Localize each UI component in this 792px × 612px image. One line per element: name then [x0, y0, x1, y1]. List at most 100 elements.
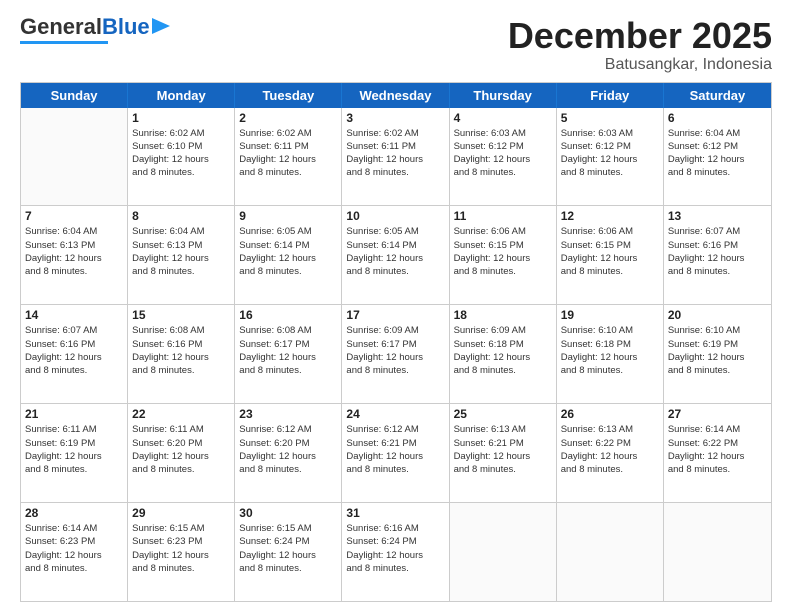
- daylight-minutes: and 8 minutes.: [668, 166, 767, 179]
- day-number: 23: [239, 407, 337, 421]
- calendar-week-5: 28Sunrise: 6:14 AMSunset: 6:23 PMDayligh…: [21, 503, 771, 601]
- day-number: 25: [454, 407, 552, 421]
- daylight-minutes: and 8 minutes.: [132, 562, 230, 575]
- day-number: 13: [668, 209, 767, 223]
- calendar-week-1: 1Sunrise: 6:02 AMSunset: 6:10 PMDaylight…: [21, 108, 771, 207]
- daylight-minutes: and 8 minutes.: [454, 463, 552, 476]
- sunrise-text: Sunrise: 6:08 AM: [132, 324, 230, 337]
- sunset-text: Sunset: 6:15 PM: [561, 239, 659, 252]
- logo: General Blue: [20, 16, 170, 44]
- header-wednesday: Wednesday: [342, 83, 449, 108]
- daylight-hours: Daylight: 12 hours: [25, 549, 123, 562]
- day-number: 28: [25, 506, 123, 520]
- calendar-cell-w2d2: 8Sunrise: 6:04 AMSunset: 6:13 PMDaylight…: [128, 206, 235, 304]
- sunrise-text: Sunrise: 6:03 AM: [561, 127, 659, 140]
- sunset-text: Sunset: 6:18 PM: [561, 338, 659, 351]
- daylight-hours: Daylight: 12 hours: [239, 549, 337, 562]
- calendar-cell-w3d5: 18Sunrise: 6:09 AMSunset: 6:18 PMDayligh…: [450, 305, 557, 403]
- day-number: 11: [454, 209, 552, 223]
- daylight-hours: Daylight: 12 hours: [454, 351, 552, 364]
- day-number: 15: [132, 308, 230, 322]
- sunset-text: Sunset: 6:13 PM: [25, 239, 123, 252]
- sunrise-text: Sunrise: 6:16 AM: [346, 522, 444, 535]
- sunrise-text: Sunrise: 6:15 AM: [239, 522, 337, 535]
- calendar-cell-w2d7: 13Sunrise: 6:07 AMSunset: 6:16 PMDayligh…: [664, 206, 771, 304]
- header-tuesday: Tuesday: [235, 83, 342, 108]
- calendar-cell-w1d3: 2Sunrise: 6:02 AMSunset: 6:11 PMDaylight…: [235, 108, 342, 206]
- calendar-cell-w1d5: 4Sunrise: 6:03 AMSunset: 6:12 PMDaylight…: [450, 108, 557, 206]
- sunrise-text: Sunrise: 6:10 AM: [668, 324, 767, 337]
- daylight-minutes: and 8 minutes.: [132, 364, 230, 377]
- day-number: 24: [346, 407, 444, 421]
- calendar-cell-w3d7: 20Sunrise: 6:10 AMSunset: 6:19 PMDayligh…: [664, 305, 771, 403]
- daylight-minutes: and 8 minutes.: [132, 265, 230, 278]
- calendar-cell-w3d2: 15Sunrise: 6:08 AMSunset: 6:16 PMDayligh…: [128, 305, 235, 403]
- sunrise-text: Sunrise: 6:02 AM: [346, 127, 444, 140]
- daylight-hours: Daylight: 12 hours: [239, 252, 337, 265]
- daylight-minutes: and 8 minutes.: [668, 463, 767, 476]
- day-number: 5: [561, 111, 659, 125]
- sunset-text: Sunset: 6:14 PM: [346, 239, 444, 252]
- sunrise-text: Sunrise: 6:11 AM: [132, 423, 230, 436]
- calendar-cell-w4d3: 23Sunrise: 6:12 AMSunset: 6:20 PMDayligh…: [235, 404, 342, 502]
- logo-underline: [20, 41, 108, 44]
- sunrise-text: Sunrise: 6:14 AM: [668, 423, 767, 436]
- day-number: 16: [239, 308, 337, 322]
- day-number: 22: [132, 407, 230, 421]
- calendar-cell-w5d2: 29Sunrise: 6:15 AMSunset: 6:23 PMDayligh…: [128, 503, 235, 601]
- sunset-text: Sunset: 6:21 PM: [454, 437, 552, 450]
- sunrise-text: Sunrise: 6:10 AM: [561, 324, 659, 337]
- sunset-text: Sunset: 6:16 PM: [668, 239, 767, 252]
- title-block: December 2025 Batusangkar, Indonesia: [508, 16, 772, 74]
- sunset-text: Sunset: 6:20 PM: [239, 437, 337, 450]
- daylight-hours: Daylight: 12 hours: [132, 153, 230, 166]
- header-thursday: Thursday: [450, 83, 557, 108]
- day-number: 20: [668, 308, 767, 322]
- calendar-week-2: 7Sunrise: 6:04 AMSunset: 6:13 PMDaylight…: [21, 206, 771, 305]
- sunrise-text: Sunrise: 6:15 AM: [132, 522, 230, 535]
- daylight-hours: Daylight: 12 hours: [239, 153, 337, 166]
- daylight-hours: Daylight: 12 hours: [346, 549, 444, 562]
- calendar-cell-w4d5: 25Sunrise: 6:13 AMSunset: 6:21 PMDayligh…: [450, 404, 557, 502]
- sunrise-text: Sunrise: 6:05 AM: [239, 225, 337, 238]
- header-monday: Monday: [128, 83, 235, 108]
- daylight-minutes: and 8 minutes.: [25, 364, 123, 377]
- sunrise-text: Sunrise: 6:09 AM: [346, 324, 444, 337]
- sunset-text: Sunset: 6:23 PM: [132, 535, 230, 548]
- header-saturday: Saturday: [664, 83, 771, 108]
- calendar-cell-w2d5: 11Sunrise: 6:06 AMSunset: 6:15 PMDayligh…: [450, 206, 557, 304]
- daylight-minutes: and 8 minutes.: [668, 265, 767, 278]
- daylight-minutes: and 8 minutes.: [561, 463, 659, 476]
- day-number: 12: [561, 209, 659, 223]
- calendar-cell-w2d1: 7Sunrise: 6:04 AMSunset: 6:13 PMDaylight…: [21, 206, 128, 304]
- day-number: 18: [454, 308, 552, 322]
- calendar-week-4: 21Sunrise: 6:11 AMSunset: 6:19 PMDayligh…: [21, 404, 771, 503]
- daylight-minutes: and 8 minutes.: [132, 166, 230, 179]
- sunset-text: Sunset: 6:23 PM: [25, 535, 123, 548]
- calendar-cell-w4d6: 26Sunrise: 6:13 AMSunset: 6:22 PMDayligh…: [557, 404, 664, 502]
- daylight-minutes: and 8 minutes.: [346, 364, 444, 377]
- logo-general: General: [20, 16, 102, 38]
- sunset-text: Sunset: 6:15 PM: [454, 239, 552, 252]
- logo-blue: Blue: [102, 16, 150, 38]
- calendar-cell-w5d5: [450, 503, 557, 601]
- day-number: 31: [346, 506, 444, 520]
- sunset-text: Sunset: 6:16 PM: [25, 338, 123, 351]
- daylight-minutes: and 8 minutes.: [346, 562, 444, 575]
- daylight-hours: Daylight: 12 hours: [454, 153, 552, 166]
- daylight-hours: Daylight: 12 hours: [561, 450, 659, 463]
- daylight-hours: Daylight: 12 hours: [454, 252, 552, 265]
- daylight-minutes: and 8 minutes.: [346, 166, 444, 179]
- calendar-cell-w1d2: 1Sunrise: 6:02 AMSunset: 6:10 PMDaylight…: [128, 108, 235, 206]
- daylight-minutes: and 8 minutes.: [668, 364, 767, 377]
- daylight-hours: Daylight: 12 hours: [454, 450, 552, 463]
- day-number: 2: [239, 111, 337, 125]
- sunrise-text: Sunrise: 6:04 AM: [25, 225, 123, 238]
- daylight-minutes: and 8 minutes.: [561, 166, 659, 179]
- sunset-text: Sunset: 6:24 PM: [346, 535, 444, 548]
- calendar-header: Sunday Monday Tuesday Wednesday Thursday…: [21, 83, 771, 108]
- day-number: 1: [132, 111, 230, 125]
- sunrise-text: Sunrise: 6:04 AM: [668, 127, 767, 140]
- sunset-text: Sunset: 6:22 PM: [561, 437, 659, 450]
- sunrise-text: Sunrise: 6:08 AM: [239, 324, 337, 337]
